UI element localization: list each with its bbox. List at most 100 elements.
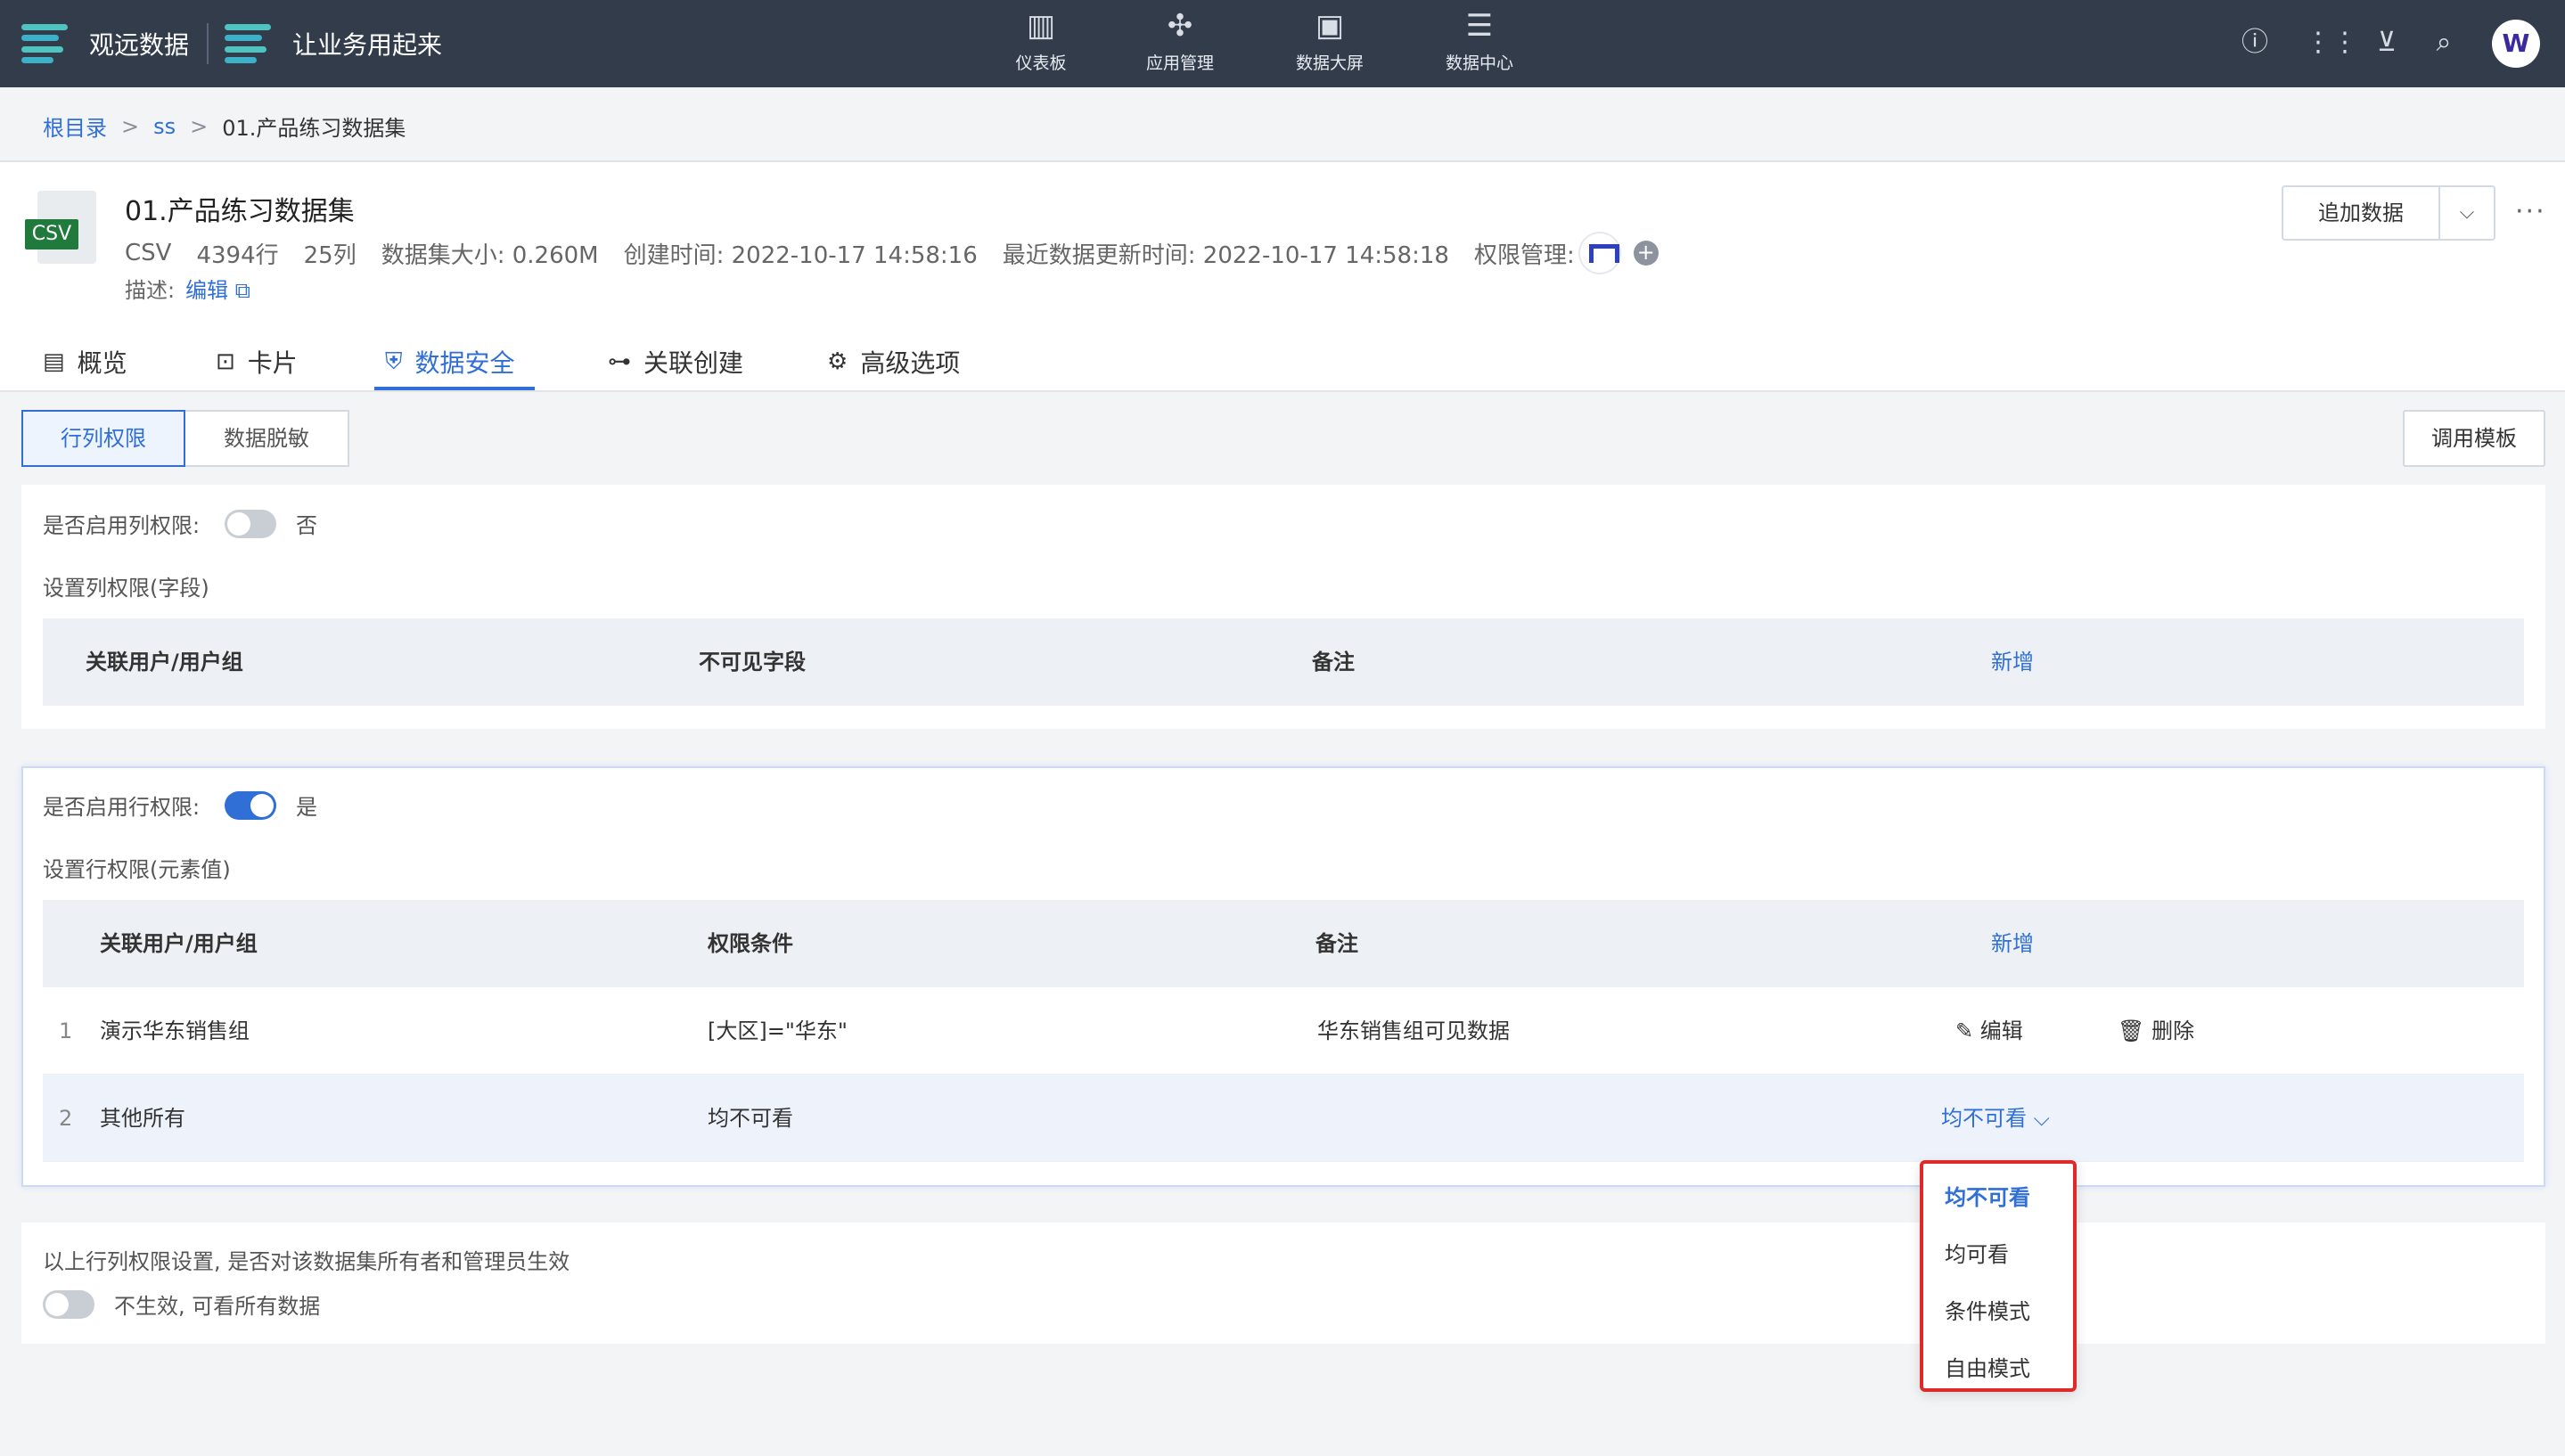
- brand-slogan[interactable]: 让业务用起来: [225, 18, 442, 70]
- add-permission-icon[interactable]: +: [1633, 241, 1659, 266]
- dropdown-option-none-visible[interactable]: 均不可看: [1945, 1180, 2030, 1211]
- csv-file-icon: CSV: [25, 191, 100, 266]
- row-condition: 均不可看: [708, 1106, 793, 1131]
- search-icon[interactable]: ⌕: [2426, 25, 2462, 61]
- column-permission-switch[interactable]: [225, 510, 276, 538]
- column-permission-panel: 是否启用列权限: 否 设置列权限(字段) 关联用户/用户组 不可见字段 备注 新…: [21, 485, 2545, 729]
- col-header-user: 关联用户/用户组: [86, 650, 243, 675]
- dataset-title: 01.产品练习数据集: [125, 196, 355, 227]
- row-user: 演示华东销售组: [100, 1018, 250, 1043]
- row-permission-section-title: 设置行权限(元素值): [43, 857, 231, 882]
- col-header-hidden-fields: 不可见字段: [699, 650, 806, 675]
- owner-admin-switch[interactable]: [43, 1290, 94, 1319]
- table-row: 1 演示华东销售组 [大区]="华东" 华东销售组可见数据 ✎ 编辑 🗑 删除: [43, 987, 2524, 1075]
- add-data-button[interactable]: 追加数据: [2283, 187, 2440, 239]
- row-permission-switch[interactable]: [225, 791, 276, 820]
- avatar[interactable]: W: [2492, 20, 2540, 68]
- subtab-data-masking[interactable]: 数据脱敏: [184, 410, 349, 467]
- bar-chart-icon: ▥: [1026, 8, 1056, 44]
- row-permission-add-link[interactable]: 新增: [1991, 900, 2034, 987]
- column-permission-enable-value: 否: [296, 513, 317, 538]
- permission-user-icon[interactable]: [1579, 233, 1619, 273]
- row-permission-table-header: 关联用户/用户组 权限条件 备注 新增: [43, 900, 2524, 987]
- column-permission-enable-label: 是否启用列权限:: [43, 513, 201, 538]
- tab-data-security-label: 数据安全: [414, 348, 515, 378]
- dataset-tabs: ▤ 概览 ⊡ 卡片 ⛨ 数据安全 ⊶ 关联创建 ⚙ 高级选项: [0, 331, 2565, 392]
- tab-advanced[interactable]: ⚙ 高级选项: [827, 331, 960, 392]
- top-navbar: 观远数据 让业务用起来 ▥ 仪表板 ✣ 应用管理 ▣ 数据大屏 ☰ 数据中心 ⓘ…: [0, 0, 2565, 87]
- row-note: 华东销售组可见数据: [1317, 1018, 1510, 1043]
- tab-data-security[interactable]: ⛨ 数据安全: [374, 331, 534, 392]
- row-index: 2: [59, 1106, 73, 1131]
- dropdown-option-condition-mode[interactable]: 条件模式: [1945, 1294, 2030, 1325]
- brand-name: 观远数据: [89, 30, 190, 60]
- tab-cards[interactable]: ⊡ 卡片: [216, 331, 298, 392]
- edit-icon: ✎: [1955, 1018, 1974, 1043]
- add-data-button-group: 追加数据 ⌵: [2282, 185, 2495, 241]
- tab-overview[interactable]: ▤ 概览: [43, 331, 127, 392]
- dataset-updated: 最近数据更新时间: 2022-10-17 14:58:18: [1002, 241, 1449, 269]
- nav-dashboard-label: 仪表板: [1015, 53, 1067, 73]
- document-icon: ▤: [43, 348, 65, 375]
- row-permission-panel: 是否启用行权限: 是 设置行权限(元素值) 关联用户/用户组 权限条件 备注 新…: [21, 766, 2545, 1187]
- tab-association-label: 关联创建: [643, 348, 744, 378]
- nav-data-screen[interactable]: ▣ 数据大屏: [1276, 7, 1383, 80]
- row-index: 1: [59, 1018, 73, 1043]
- dataset-rows: 4394行: [196, 241, 279, 269]
- delete-row-button[interactable]: 🗑 删除: [2118, 987, 2194, 1075]
- row-visibility-select[interactable]: 均不可看 ⌵: [1941, 1075, 2050, 1162]
- dataset-header: CSV 01.产品练习数据集 CSV 4394行 25列 数据集大小: 0.26…: [0, 162, 2565, 392]
- column-permission-add-link[interactable]: 新增: [1991, 618, 2034, 706]
- brand-guanyuan[interactable]: 观远数据: [21, 18, 189, 70]
- database-icon: ☰: [1465, 8, 1494, 44]
- download-inbox-icon[interactable]: ⊻: [2369, 25, 2405, 61]
- tab-overview-label: 概览: [77, 348, 127, 378]
- breadcrumb-root[interactable]: 根目录: [43, 110, 107, 142]
- csv-file-tag: CSV: [25, 219, 78, 249]
- row-condition: [大区]="华东": [708, 1018, 848, 1043]
- breadcrumb-separator: >: [190, 113, 209, 139]
- gear-icon: ⚙: [827, 348, 848, 375]
- subtab-row-col-permission[interactable]: 行列权限: [21, 410, 185, 467]
- apps-icon: ✣: [1167, 8, 1193, 44]
- screen-icon: ▣: [1315, 8, 1345, 44]
- link-icon: ⊶: [608, 348, 631, 375]
- edit-row-button[interactable]: ✎ 编辑: [1955, 987, 2023, 1075]
- nav-data-center[interactable]: ☰ 数据中心: [1426, 7, 1533, 80]
- dataset-meta: CSV 4394行 25列 数据集大小: 0.260M 创建时间: 2022-1…: [125, 233, 1659, 273]
- edit-description-link[interactable]: 编辑 ⧉: [185, 278, 250, 303]
- nav-dashboard[interactable]: ▥ 仪表板: [987, 7, 1094, 80]
- dataset-size: 数据集大小: 0.260M: [381, 241, 599, 269]
- dropdown-option-all-visible[interactable]: 均可看: [1945, 1237, 2009, 1268]
- apply-template-button[interactable]: 调用模板: [2403, 410, 2545, 467]
- delete-row-label: 删除: [2151, 1018, 2195, 1043]
- chart-card-icon: ⊡: [216, 348, 235, 375]
- dataset-description: 描述: 编辑 ⧉: [125, 273, 250, 304]
- table-row: 2 其他所有 均不可看 均不可看 ⌵: [43, 1075, 2524, 1162]
- shield-icon: ⛨: [385, 348, 403, 375]
- more-options-icon[interactable]: ···: [2515, 196, 2546, 227]
- trash-icon: 🗑: [2118, 1018, 2145, 1043]
- tab-cards-label: 卡片: [247, 348, 298, 378]
- dataset-created: 创建时间: 2022-10-17 14:58:16: [623, 241, 978, 269]
- nav-data-center-label: 数据中心: [1445, 53, 1513, 73]
- menu-logo-icon: [225, 20, 271, 67]
- chevron-down-icon: ⌵: [2033, 1106, 2050, 1131]
- col-header-note: 备注: [1312, 650, 1355, 675]
- edit-external-icon: ⧉: [234, 278, 250, 303]
- tab-association[interactable]: ⊶ 关联创建: [608, 331, 743, 392]
- owner-admin-value: 不生效, 可看所有数据: [114, 1294, 321, 1319]
- edit-row-label: 编辑: [1979, 1018, 2023, 1043]
- dataset-type: CSV: [125, 240, 172, 266]
- nav-app-management-label: 应用管理: [1145, 53, 1214, 73]
- chevron-down-icon[interactable]: ⌵: [2440, 187, 2494, 239]
- permission-label: 权限管理:: [1473, 241, 1575, 269]
- row-header-note: 备注: [1315, 931, 1358, 956]
- owner-admin-question: 以上行列权限设置, 是否对该数据集所有者和管理员生效: [43, 1249, 570, 1274]
- breadcrumb-folder[interactable]: ss: [153, 114, 176, 139]
- tab-advanced-label: 高级选项: [860, 348, 961, 378]
- help-icon[interactable]: ⓘ: [2237, 25, 2273, 61]
- dropdown-option-free-mode[interactable]: 自由模式: [1945, 1351, 2030, 1382]
- nav-app-management[interactable]: ✣ 应用管理: [1127, 7, 1233, 80]
- grid-apps-icon[interactable]: ⋮⋮: [2305, 25, 2358, 61]
